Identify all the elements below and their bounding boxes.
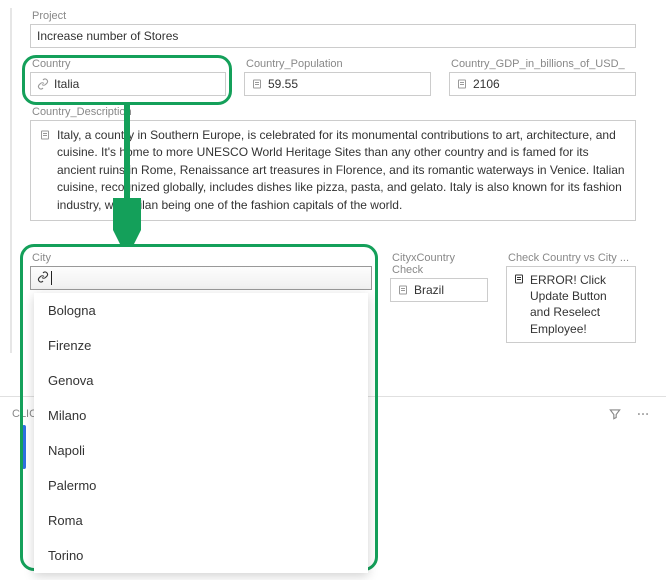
filter-icon[interactable] bbox=[604, 403, 626, 425]
document-icon bbox=[39, 129, 51, 141]
cityxcountry-input[interactable]: Brazil bbox=[390, 278, 488, 302]
document-icon bbox=[397, 284, 409, 296]
card-accent bbox=[22, 425, 26, 469]
cityxcountry-value: Brazil bbox=[414, 283, 481, 297]
form-panel: Project Increase number of Stores Countr… bbox=[0, 0, 666, 221]
city-label: City bbox=[30, 252, 372, 264]
accent-bar bbox=[10, 8, 12, 353]
country-label: Country bbox=[30, 58, 226, 70]
population-field: Country_Population 59.55 bbox=[244, 58, 431, 96]
cityxcountry-label: CityxCountry Check bbox=[390, 252, 488, 276]
city-option[interactable]: Palermo bbox=[34, 468, 368, 503]
gdp-field: Country_GDP_in_billions_of_USD_ 2106 bbox=[449, 58, 636, 96]
check-value: ERROR! Click Update Button and Reselect … bbox=[530, 272, 629, 337]
city-option[interactable]: Torino bbox=[34, 538, 368, 573]
project-field: Project Increase number of Stores bbox=[30, 10, 636, 48]
check-label: Check Country vs City ... bbox=[506, 252, 636, 264]
description-field: Country_Description Italy, a country in … bbox=[30, 106, 636, 221]
city-option[interactable]: Milano bbox=[34, 398, 368, 433]
gdp-input[interactable]: 2106 bbox=[449, 72, 636, 96]
country-field: Country Italia bbox=[30, 58, 226, 96]
city-option[interactable]: Napoli bbox=[34, 433, 368, 468]
more-icon[interactable] bbox=[632, 403, 654, 425]
link-icon bbox=[37, 78, 49, 90]
project-value: Increase number of Stores bbox=[37, 29, 629, 43]
text-cursor bbox=[51, 271, 52, 285]
document-icon bbox=[513, 273, 525, 285]
check-box[interactable]: ERROR! Click Update Button and Reselect … bbox=[506, 266, 636, 343]
city-option[interactable]: Genova bbox=[34, 363, 368, 398]
link-icon bbox=[37, 271, 49, 286]
description-label: Country_Description bbox=[30, 106, 636, 118]
description-value: Italy, a country in Southern Europe, is … bbox=[57, 127, 627, 214]
document-icon bbox=[251, 78, 263, 90]
gdp-label: Country_GDP_in_billions_of_USD_ bbox=[449, 58, 636, 70]
check-field: Check Country vs City ... ERROR! Click U… bbox=[506, 252, 636, 343]
population-label: Country_Population bbox=[244, 58, 431, 70]
description-box[interactable]: Italy, a country in Southern Europe, is … bbox=[30, 120, 636, 221]
country-input[interactable]: Italia bbox=[30, 72, 226, 96]
project-label: Project bbox=[30, 10, 636, 22]
country-value: Italia bbox=[54, 77, 219, 91]
document-icon bbox=[456, 78, 468, 90]
population-value: 59.55 bbox=[268, 77, 424, 91]
population-input[interactable]: 59.55 bbox=[244, 72, 431, 96]
city-dropdown: Bologna Firenze Genova Milano Napoli Pal… bbox=[34, 293, 368, 573]
city-option[interactable]: Bologna bbox=[34, 293, 368, 328]
cityxcountry-field: CityxCountry Check Brazil bbox=[390, 252, 488, 343]
country-row: Country Italia Country_Population 59.55 … bbox=[30, 58, 636, 106]
city-input[interactable] bbox=[30, 266, 372, 290]
city-option[interactable]: Roma bbox=[34, 503, 368, 538]
project-input[interactable]: Increase number of Stores bbox=[30, 24, 636, 48]
gdp-value: 2106 bbox=[473, 77, 629, 91]
city-option[interactable]: Firenze bbox=[34, 328, 368, 363]
